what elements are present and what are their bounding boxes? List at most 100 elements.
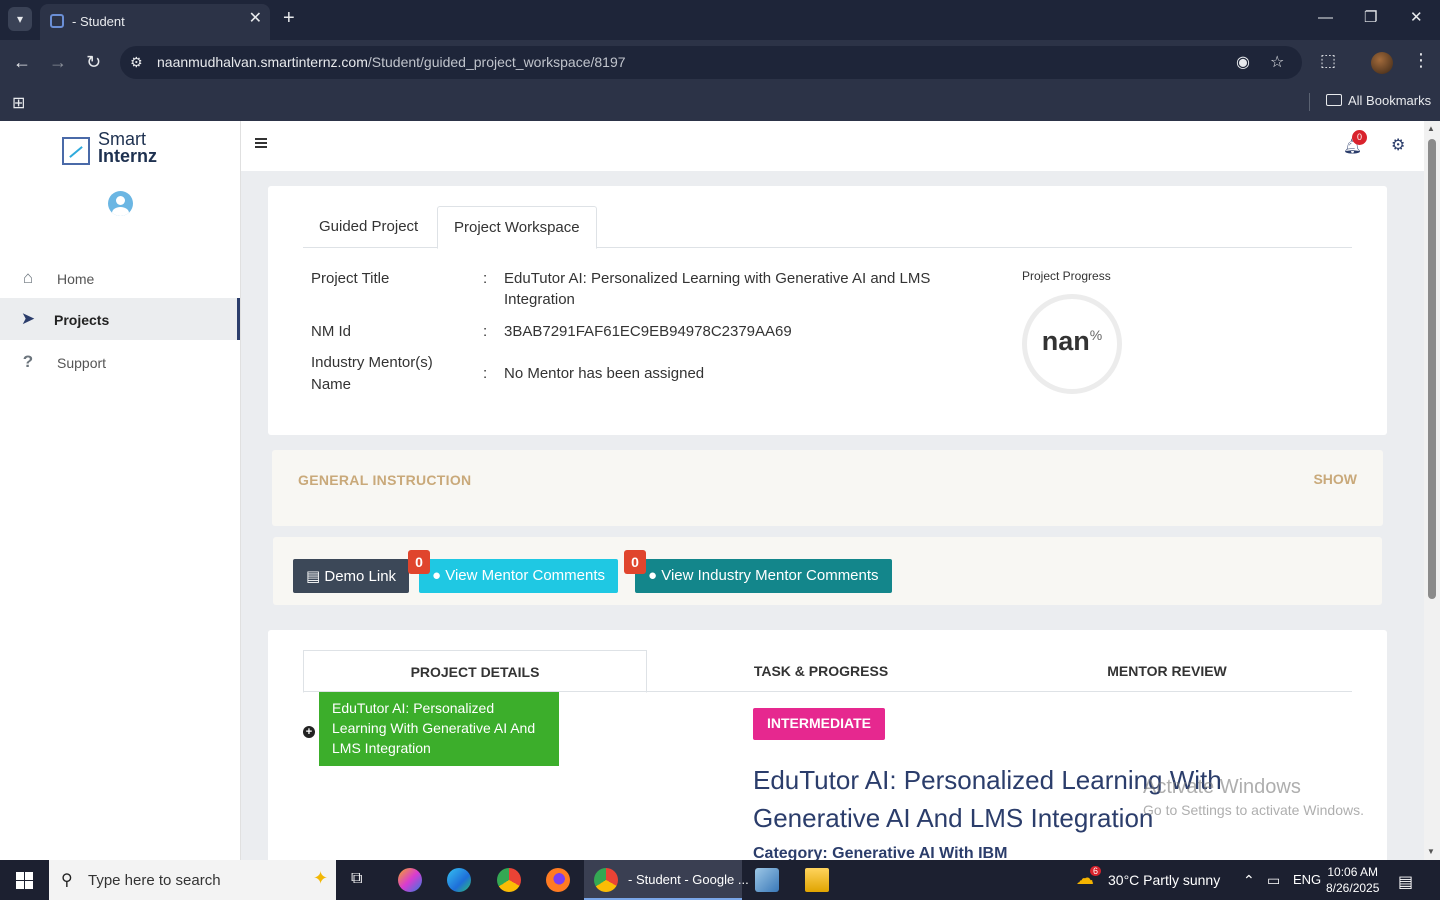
logo-text: Smart Internz [98,129,158,166]
folder-icon [1326,94,1342,106]
scroll-down-icon[interactable]: ▼ [1427,847,1435,856]
user-avatar[interactable] [108,191,133,216]
network-icon[interactable]: ▭ [1267,872,1280,889]
browser-menu-icon[interactable]: ⋮ [1412,50,1430,71]
url-text[interactable]: naanmudhalvan.smartinternz.com/Student/g… [157,54,626,70]
minimize-icon[interactable]: — [1318,8,1333,28]
project-list-item[interactable]: EduTutor AI: Personalized Learning With … [319,692,559,766]
browser-toolbar: ← → ↻ ⚙ naanmudhalvan.smartinternz.com/S… [0,40,1440,85]
taskbar-window-label: - Student - Google ... [628,872,749,887]
bookmark-star-icon[interactable]: ☆ [1270,52,1284,72]
new-tab-button[interactable]: + [283,8,295,28]
sidebar-item-home[interactable]: ⌂ Home [0,257,240,299]
watermark-line2: Go to Settings to activate Windows. [1143,802,1364,818]
tab-search-button[interactable]: ▾ [8,7,32,31]
general-instruction-show-toggle[interactable]: SHOW [1313,471,1357,487]
project-tabs: Guided Project Project Workspace [303,206,1352,249]
tab-project-workspace[interactable]: Project Workspace [437,206,597,249]
file-explorer-icon[interactable] [805,868,829,892]
project-progress-label: Project Progress [1022,269,1111,283]
windows-taskbar: ⚲ Type here to search ✦ ⧉ - Student - Go… [0,860,1440,900]
project-details-card: PROJECT DETAILS TASK & PROGRESS MENTOR R… [268,630,1387,860]
hamburger-menu-icon[interactable] [255,138,267,148]
browser-tab[interactable]: - Student ✕ [40,4,270,40]
notification-count-badge: 0 [1352,130,1367,145]
firefox-icon[interactable] [546,868,570,892]
general-instruction-title: GENERAL INSTRUCTION [298,472,472,488]
comment-icon: ● [432,567,442,584]
nm-id-label: NM Id [311,323,352,340]
weather-badge: 6 [1090,866,1102,876]
notification-center-icon[interactable]: ▤ [1398,872,1413,892]
file-icon: ▤ [306,568,321,585]
tab-close-icon[interactable]: ✕ [249,11,262,27]
scroll-thumb[interactable] [1428,139,1436,599]
site-favicon-icon [50,14,64,28]
site-info-icon[interactable]: ⚙ [130,54,143,71]
project-progress-ring: nan% [1022,294,1122,394]
taskbar-search-placeholder: Type here to search [88,872,221,889]
task-view-icon[interactable]: ⧉ [351,870,362,888]
back-icon[interactable]: ← [13,51,31,73]
project-title-value: EduTutor AI: Personalized Learning with … [504,270,931,308]
taskbar-search-box[interactable]: ⚲ Type here to search ✦ [49,860,336,900]
clock-date: 8/26/2025 [1326,881,1380,895]
nm-id-value: 3BAB7291FAF61EC9EB94978C2379AA69 [504,323,792,340]
tab-task-progress[interactable]: TASK & PROGRESS [649,650,993,692]
action-buttons-bar: ▤ Demo Link ● View Mentor Comments 0 ● V… [273,537,1382,605]
view-industry-mentor-comments-button[interactable]: ● View Industry Mentor Comments [635,559,892,593]
browser-tab-bar: ▾ - Student ✕ + — ❐ ✕ [0,0,1440,40]
view-mentor-comments-button[interactable]: ● View Mentor Comments [419,559,619,593]
page-scrollbar[interactable]: ▲ ▼ [1424,121,1440,860]
sidebar-item-label: Projects [54,312,110,328]
demo-link-button[interactable]: ▤ Demo Link [293,559,410,593]
sidebar-item-label: Home [57,271,95,287]
all-bookmarks-label: All Bookmarks [1348,93,1432,108]
windows-start-icon[interactable] [16,872,33,889]
details-tabs: PROJECT DETAILS TASK & PROGRESS MENTOR R… [303,650,1352,693]
chrome-icon[interactable] [497,868,521,892]
sidebar-item-support[interactable]: ? Support [0,341,240,383]
search-highlight-icon: ✦ [313,868,329,888]
apps-grid-icon[interactable]: ⊞ [12,93,25,113]
colon: : [483,323,488,340]
sidebar-item-projects[interactable]: ➤ Projects [0,298,240,340]
address-bar[interactable]: ⚙ naanmudhalvan.smartinternz.com/Student… [120,46,1302,79]
paper-plane-icon: ➤ [20,309,36,328]
tab-mentor-review[interactable]: MENTOR REVIEW [995,650,1339,692]
weather-text[interactable]: 30°C Partly sunny [1108,872,1220,888]
bookmarks-divider [1309,93,1310,111]
window-close-icon[interactable]: ✕ [1410,8,1423,28]
logo-mark-icon [62,137,90,165]
notepad-icon[interactable] [755,868,779,892]
taskbar-active-chrome-window[interactable]: - Student - Google ... [584,860,749,900]
project-title-label: Project Title [311,270,390,287]
page-content: Smart Internz ⌂ Home ➤ Projects ? Suppor… [0,121,1424,860]
scroll-up-icon[interactable]: ▲ [1427,124,1435,133]
edge-icon[interactable] [447,868,471,892]
reload-icon[interactable]: ↻ [86,51,101,73]
all-bookmarks-button[interactable]: All Bookmarks [1326,93,1431,108]
tab-guided-project[interactable]: Guided Project [303,206,434,248]
copilot-icon[interactable] [398,868,422,892]
language-indicator[interactable]: ENG [1293,872,1321,887]
project-category: Category: Generative AI With IBM [753,845,1008,860]
tab-project-details[interactable]: PROJECT DETAILS [303,650,647,693]
profile-avatar[interactable] [1371,52,1393,74]
settings-gear-icon[interactable]: ⚙ [1391,135,1405,155]
search-icon: ⚲ [61,872,73,889]
extensions-icon[interactable]: ⬚ [1320,51,1336,71]
tray-chevron-up-icon[interactable]: ⌃ [1243,872,1255,889]
restore-icon[interactable]: ❐ [1364,8,1377,28]
forward-icon[interactable]: → [49,51,67,73]
tab-title: - Student [72,14,125,29]
expand-plus-icon[interactable]: + [303,726,315,738]
watermark-line1: Activate Windows [1143,776,1301,798]
project-overview-card: Guided Project Project Workspace Project… [268,186,1387,435]
sidebar-item-label: Support [57,355,107,371]
question-icon: ? [22,352,34,371]
taskbar-clock[interactable]: 10:06 AM 8/26/2025 [1326,864,1379,896]
eye-off-icon[interactable]: ◉ [1236,52,1250,72]
industry-comments-count-badge: 0 [624,550,646,574]
bookmarks-bar: ⊞ All Bookmarks [0,85,1440,121]
